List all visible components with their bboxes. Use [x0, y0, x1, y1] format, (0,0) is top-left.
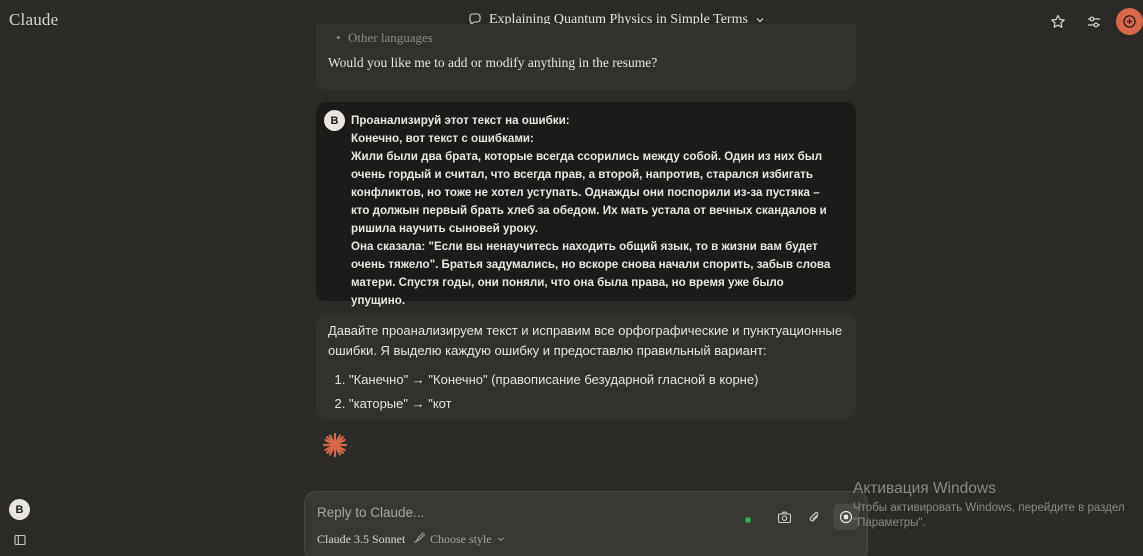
claude-spark-icon [322, 432, 348, 463]
app-logo[interactable]: Claude [9, 10, 58, 30]
assistant-message: Давайте проанализируем текст и исправим … [316, 313, 856, 419]
assistant-message-previous: Other languages Would you like me to add… [316, 24, 856, 90]
user-message-line: Жили были два брата, которые всегда ссор… [351, 150, 827, 235]
message-text: Would you like me to add or modify anyth… [328, 55, 658, 70]
user-message-line: Проанализируй этот текст на ошибки: [351, 114, 570, 127]
choose-style-button[interactable]: Choose style [413, 531, 505, 547]
settings-sliders-icon[interactable] [1078, 9, 1110, 35]
status-dot [745, 517, 751, 523]
model-selector[interactable]: Claude 3.5 Sonnet [317, 532, 405, 547]
list-item: Other languages [336, 30, 844, 46]
paperclip-icon[interactable] [803, 506, 825, 528]
message-composer: Reply to Claude... Claude 3.5 Sonnet Cho… [304, 491, 868, 556]
sidebar-toggle-icon[interactable] [14, 533, 26, 551]
new-chat-button[interactable] [1116, 8, 1143, 35]
user-message-line: Конечно, вот текст с ошибками: [351, 132, 534, 145]
user-avatar: B [324, 110, 345, 131]
user-message: B Проанализируй этот текст на ошибки: Ко… [316, 102, 856, 307]
reply-input[interactable]: Reply to Claude... [317, 505, 424, 520]
correction-item: "Канечно" → "Конечно" (правописание безу… [349, 368, 844, 392]
camera-icon[interactable] [773, 506, 795, 528]
chevron-down-icon [497, 532, 505, 547]
star-icon[interactable] [1042, 9, 1074, 35]
brush-icon [413, 531, 426, 547]
correction-list: "Канечно" → "Конечно" (правописание безу… [328, 368, 844, 416]
correction-item: "каторые" → "кот [349, 392, 844, 416]
user-message-line: Она сказала: "Если вы ненаучитесь находи… [351, 240, 831, 307]
watermark-title: Активация Windows [853, 480, 996, 497]
windows-activation-watermark: Активация Windows Чтобы активировать Win… [853, 480, 1143, 531]
style-label: Choose style [430, 531, 492, 546]
watermark-text: Чтобы активировать Windows, перейдите в … [853, 502, 1125, 529]
assistant-intro: Давайте проанализируем текст и исправим … [328, 323, 843, 358]
user-menu-avatar[interactable]: B [9, 499, 30, 520]
